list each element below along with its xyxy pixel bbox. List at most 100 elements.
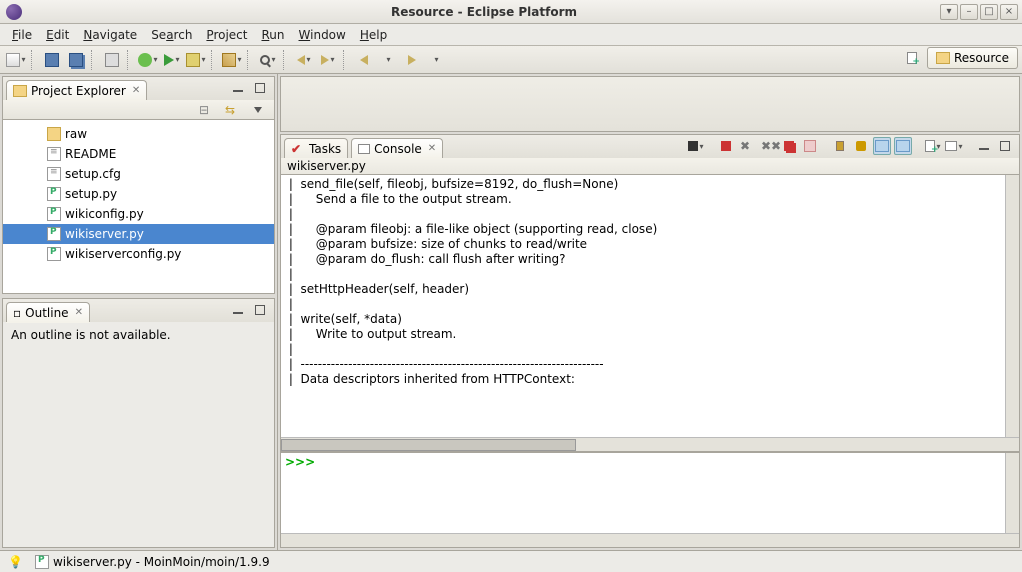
console-icon <box>358 144 370 154</box>
open-console-button[interactable] <box>945 137 963 155</box>
main-toolbar: Resource <box>0 46 1022 74</box>
forward-button[interactable] <box>401 49 423 71</box>
console-selection-button[interactable] <box>687 137 705 155</box>
folder-file-icon <box>47 127 61 141</box>
view-minimize-button[interactable] <box>229 79 247 97</box>
menu-navigate[interactable]: Navigate <box>77 26 143 44</box>
horizontal-scrollbar[interactable] <box>281 437 1019 451</box>
terminate-all-button[interactable] <box>780 137 798 155</box>
menu-window[interactable]: Window <box>293 26 352 44</box>
menu-project[interactable]: Project <box>200 26 253 44</box>
console-view: ✔ Tasks Console ✕ ✖ ✖✖ <box>280 134 1020 548</box>
collapse-all-button[interactable]: ⊟ <box>195 99 217 121</box>
view-minimize-button[interactable] <box>975 137 993 155</box>
tasks-tab[interactable]: ✔ Tasks <box>284 138 348 158</box>
show-on-err-button[interactable] <box>894 137 912 155</box>
tree-item-label: wikiserverconfig.py <box>65 247 181 261</box>
show-on-out-button[interactable] <box>873 137 891 155</box>
menubar: File Edit Navigate Search Project Run Wi… <box>0 24 1022 46</box>
outline-icon: ▫ <box>13 306 21 320</box>
project-explorer-tree[interactable]: rawREADMEsetup.cfgsetup.pywikiconfig.pyw… <box>2 120 275 294</box>
window-maximize-button[interactable]: □ <box>980 4 998 20</box>
print-button[interactable] <box>101 49 123 71</box>
close-icon[interactable]: ✕ <box>428 143 436 154</box>
tree-item-README[interactable]: README <box>3 144 274 164</box>
tree-item-wikiconfig-py[interactable]: wikiconfig.py <box>3 204 274 224</box>
project-explorer-icon <box>13 85 27 97</box>
txt-file-icon <box>47 147 61 161</box>
view-minimize-button[interactable] <box>229 301 247 319</box>
save-button[interactable] <box>41 49 63 71</box>
back-history-button[interactable] <box>377 49 399 71</box>
py-file-icon <box>47 227 61 241</box>
back-button[interactable] <box>353 49 375 71</box>
console-prompt: >>> <box>285 455 315 469</box>
view-maximize-button[interactable] <box>996 137 1014 155</box>
view-maximize-button[interactable] <box>251 79 269 97</box>
remove-all-button[interactable]: ✖✖ <box>759 137 777 155</box>
menu-edit[interactable]: Edit <box>40 26 75 44</box>
window-titlebar: Resource - Eclipse Platform ▾ – □ × <box>0 0 1022 24</box>
menu-help[interactable]: Help <box>354 26 393 44</box>
new-wizard-button[interactable] <box>221 49 243 71</box>
editor-area[interactable] <box>280 76 1020 132</box>
remove-launch-button[interactable]: ✖ <box>738 137 756 155</box>
debug-button[interactable] <box>137 49 159 71</box>
close-icon[interactable]: ✕ <box>132 85 140 96</box>
resource-icon <box>936 52 950 64</box>
tree-item-wikiserver-py[interactable]: wikiserver.py <box>3 224 274 244</box>
perspective-label: Resource <box>954 51 1009 65</box>
status-tip-icon[interactable]: 💡 <box>8 555 23 569</box>
tree-item-setup-py[interactable]: setup.py <box>3 184 274 204</box>
status-file: wikiserver.py - MoinMoin/moin/1.9.9 <box>53 555 270 569</box>
prev-annotation-button[interactable] <box>293 49 315 71</box>
py-file-icon <box>47 247 61 261</box>
search-button[interactable] <box>257 49 279 71</box>
close-icon[interactable]: ✕ <box>75 307 83 318</box>
py-file-icon <box>47 187 61 201</box>
vertical-scrollbar[interactable] <box>1005 175 1019 437</box>
scroll-lock-button[interactable] <box>831 137 849 155</box>
pin-console-button[interactable] <box>852 137 870 155</box>
tree-item-setup-cfg[interactable]: setup.cfg <box>3 164 274 184</box>
vertical-scrollbar[interactable] <box>1005 453 1019 533</box>
outline-title: Outline <box>25 306 68 320</box>
display-console-button[interactable] <box>924 137 942 155</box>
window-title: Resource - Eclipse Platform <box>28 5 940 19</box>
menu-file[interactable]: File <box>6 26 38 44</box>
console-output[interactable]: | send_file(self, fileobj, bufsize=8192,… <box>281 175 1019 451</box>
tree-item-label: setup.py <box>65 187 117 201</box>
perspective-resource[interactable]: Resource <box>927 47 1018 69</box>
terminate-button[interactable] <box>717 137 735 155</box>
forward-history-button[interactable] <box>425 49 447 71</box>
tasks-icon: ✔ <box>291 142 305 156</box>
clear-console-button[interactable] <box>801 137 819 155</box>
window-iconify-button[interactable]: ▾ <box>940 4 958 20</box>
next-annotation-button[interactable] <box>317 49 339 71</box>
tree-item-wikiserverconfig-py[interactable]: wikiserverconfig.py <box>3 244 274 264</box>
view-menu-button[interactable] <box>247 99 269 121</box>
save-all-button[interactable] <box>65 49 87 71</box>
view-maximize-button[interactable] <box>251 301 269 319</box>
external-tools-button[interactable] <box>185 49 207 71</box>
console-tab[interactable]: Console ✕ <box>351 138 443 158</box>
open-perspective-button[interactable] <box>901 47 923 69</box>
project-explorer-tab[interactable]: Project Explorer ✕ <box>6 80 147 100</box>
link-editor-button[interactable]: ⇆ <box>221 99 243 121</box>
window-close-button[interactable]: × <box>1000 4 1018 20</box>
tasks-label: Tasks <box>309 142 341 156</box>
horizontal-scrollbar[interactable] <box>281 533 1019 547</box>
tree-item-label: raw <box>65 127 87 141</box>
menu-run[interactable]: Run <box>255 26 290 44</box>
py-file-icon <box>47 207 61 221</box>
menu-search[interactable]: Search <box>145 26 198 44</box>
run-button[interactable] <box>161 49 183 71</box>
new-button[interactable] <box>5 49 27 71</box>
tree-item-label: README <box>65 147 116 161</box>
console-input[interactable]: >>> <box>281 451 1019 547</box>
outline-tab[interactable]: ▫ Outline ✕ <box>6 302 90 322</box>
tree-item-raw[interactable]: raw <box>3 124 274 144</box>
window-minimize-button[interactable]: – <box>960 4 978 20</box>
statusbar: 💡 wikiserver.py - MoinMoin/moin/1.9.9 <box>0 550 1022 572</box>
tree-item-label: setup.cfg <box>65 167 121 181</box>
